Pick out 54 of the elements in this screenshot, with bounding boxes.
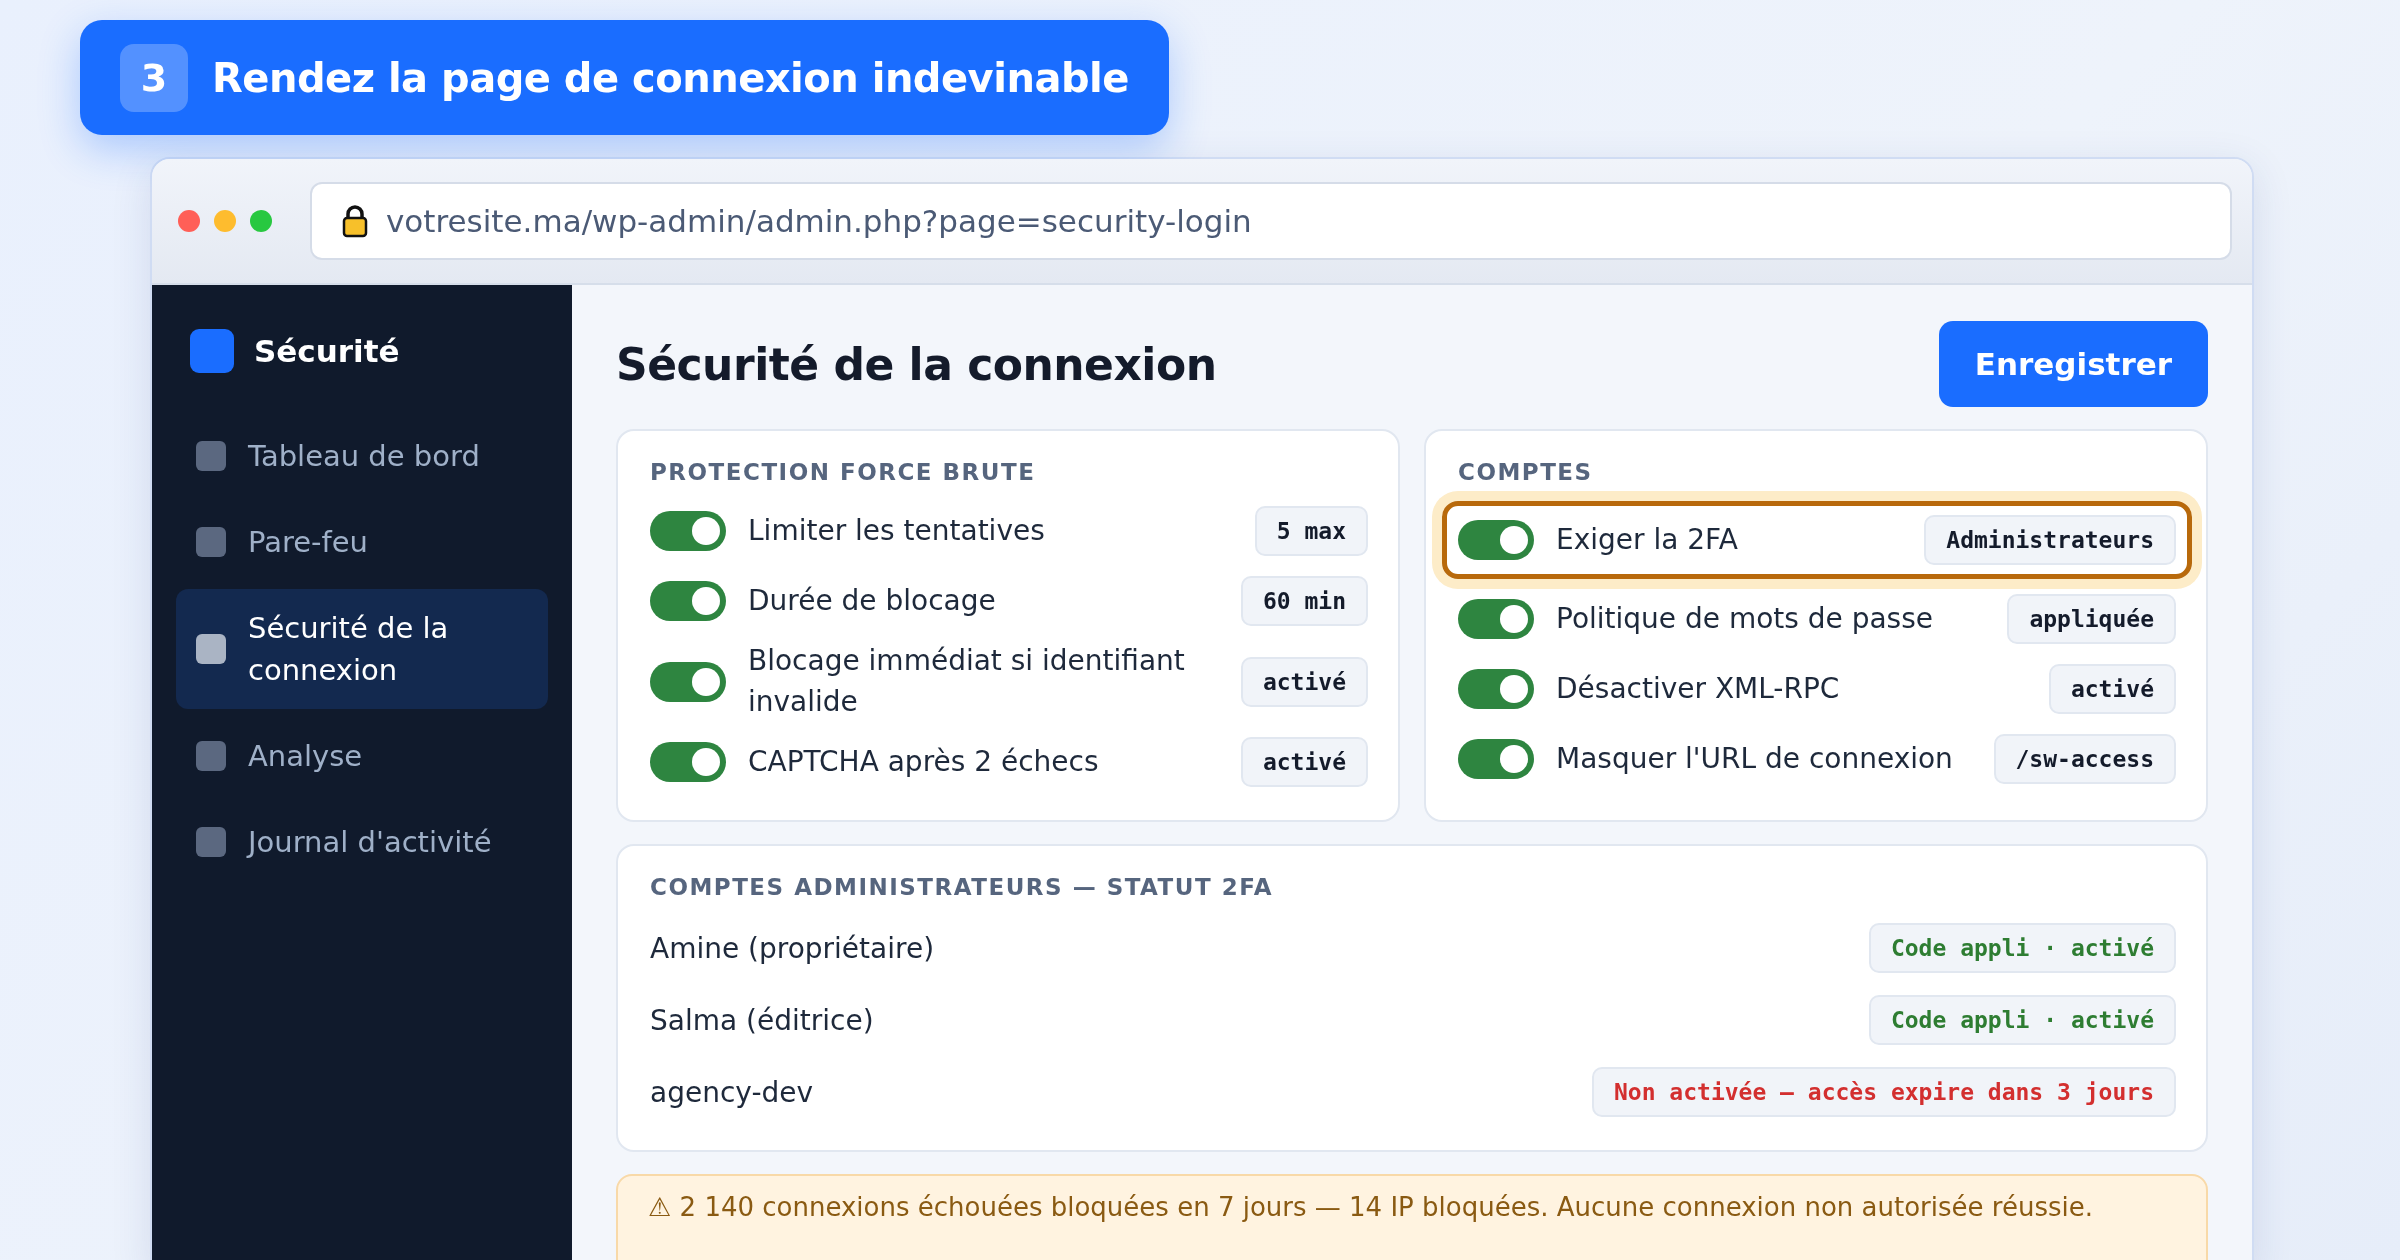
sidebar-item[interactable]: Analyse	[176, 717, 548, 796]
setting-value: /sw-access	[1993, 734, 2176, 784]
toggle-switch[interactable]	[1458, 739, 1534, 779]
status-tag: Code appli · activé	[1868, 995, 2176, 1046]
menu-square-icon	[196, 741, 226, 772]
setting-value: activé	[1240, 656, 1368, 707]
admin-name: agency-dev	[650, 1075, 814, 1109]
setting-value: Administrateurs	[1924, 515, 2176, 565]
brand-name: Sécurité	[254, 333, 400, 369]
setting-value: activé	[1240, 737, 1368, 788]
alert-text: ⚠ 2 140 connexions échouées bloquées en 7 jours — 14 IP bloquées. Aucune connexion non autorisée réussie.	[648, 1192, 2093, 1223]
lock-icon	[342, 204, 368, 238]
setting-label: Exiger la 2FA	[1556, 521, 1739, 558]
page-title: Sécurité de la connexion	[616, 338, 1217, 390]
setting-label: Durée de blocage	[748, 582, 997, 619]
toggle-switch[interactable]	[650, 581, 726, 621]
url-text: votresite.ma/wp-admin/admin.php?page=security-login	[386, 203, 1252, 239]
toggle-switch[interactable]	[1458, 669, 1534, 709]
setting-value: 5 max	[1254, 506, 1368, 556]
sidebar-item[interactable]: Sécurité de la connexion	[176, 589, 548, 710]
step-number: 3	[120, 43, 188, 112]
setting-label: Blocage immédiat si identifiant invalide	[748, 643, 1186, 720]
setting-label: CAPTCHA après 2 échecs	[748, 743, 1100, 780]
setting-label: Limiter les tentatives	[748, 512, 1046, 549]
card-heading: COMPTES	[1458, 459, 1594, 485]
sidebar-item[interactable]: Pare-feu	[176, 503, 548, 582]
card-heading: PROTECTION FORCE BRUTE	[650, 459, 1037, 485]
setting-value: 60 min	[1240, 576, 1368, 626]
toggle-switch[interactable]	[650, 511, 726, 551]
brand-icon	[190, 329, 234, 373]
setting-value: appliquée	[2007, 594, 2176, 644]
sidebar-item[interactable]: Tableau de bord	[176, 417, 548, 496]
window-control-icon[interactable]	[178, 210, 200, 232]
toggle-switch[interactable]	[1458, 520, 1534, 560]
address-bar[interactable]: votresite.ma/wp-admin/admin.php?page=security-login	[310, 182, 2232, 260]
sidebar-item[interactable]: Journal d'activité	[176, 803, 548, 882]
setting-label: Désactiver XML-RPC	[1556, 670, 1841, 707]
admin-name: Amine (propriétaire)	[650, 931, 935, 965]
setting-label: Masquer l'URL de connexion	[1556, 740, 1954, 777]
menu-square-icon	[196, 634, 226, 665]
admin-name: Salma (éditrice)	[650, 1003, 874, 1037]
setting-label: Politique de mots de passe	[1556, 600, 1934, 637]
toggle-switch[interactable]	[650, 661, 726, 702]
status-tag: Code appli · activé	[1868, 923, 2176, 974]
status-tag: Non activée — accès expire dans 3 jours	[1591, 1067, 2176, 1118]
menu-square-icon	[196, 827, 226, 858]
save-button[interactable]: Enregistrer	[1938, 321, 2208, 407]
menu-square-icon	[196, 441, 226, 471]
setting-value: activé	[2048, 664, 2176, 714]
menu-square-icon	[196, 527, 226, 558]
toggle-switch[interactable]	[1458, 599, 1534, 639]
card-heading: COMPTES ADMINISTRATEURS — STATUT 2FA	[650, 874, 1275, 901]
toggle-switch[interactable]	[650, 742, 726, 783]
step-title: Rendez la page de connexion indevinable	[212, 54, 1129, 101]
